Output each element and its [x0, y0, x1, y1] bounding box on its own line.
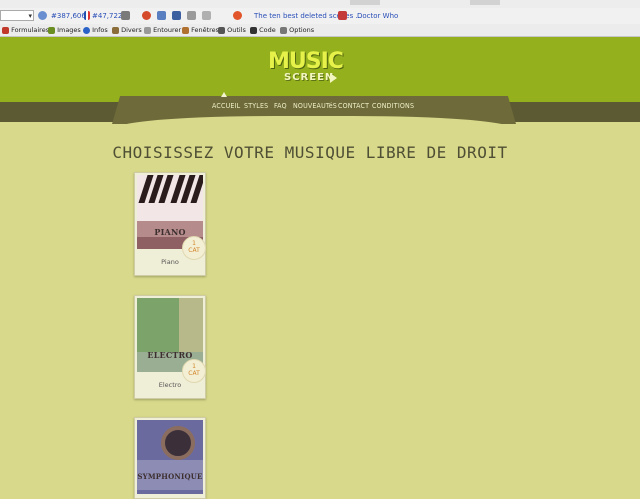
- lock-icon[interactable]: [172, 8, 181, 24]
- mail-icon[interactable]: [202, 8, 211, 24]
- symphonique-image[interactable]: SYMPHONIQUE: [137, 420, 203, 494]
- menu-formulaires[interactable]: Formulaires: [2, 24, 49, 36]
- genre-card-electro[interactable]: ELECTRO 1 CAT Electro: [134, 295, 206, 399]
- toolbar-dropdown[interactable]: [0, 8, 34, 24]
- pagerank-icon[interactable]: [38, 8, 47, 24]
- star-icon[interactable]: [338, 8, 347, 24]
- info-icon: [83, 27, 90, 34]
- menu-divers[interactable]: Divers: [112, 24, 142, 36]
- tab-fragment[interactable]: [350, 0, 380, 5]
- nav-contact[interactable]: CONTACT: [338, 102, 369, 110]
- genre-card-symphonique[interactable]: SYMPHONIQUE: [134, 417, 206, 499]
- forms-icon: [2, 27, 9, 34]
- options-icon: [280, 27, 287, 34]
- nav-conditions[interactable]: CONDITIONS: [372, 102, 414, 110]
- nav-accueil[interactable]: ACCUEIL: [212, 102, 240, 110]
- link-icon[interactable]: [121, 8, 130, 24]
- menu-fenetres[interactable]: Fenêtres: [182, 24, 219, 36]
- menu-infos[interactable]: Infos: [83, 24, 108, 36]
- resize-icon: [182, 27, 189, 34]
- outline-icon: [144, 27, 151, 34]
- browser-toolbar: #387,606 #47,722 The ten best deleted sc…: [0, 8, 640, 25]
- card-label-piano[interactable]: Piano: [135, 258, 205, 266]
- menu-options[interactable]: Options: [280, 24, 314, 36]
- main-nav: ACCUEIL STYLES FAQ NOUVEAUTéS CONTACT CO…: [0, 102, 640, 116]
- doctor-who-link[interactable]: Doctor Who: [357, 8, 398, 24]
- play-icon: [330, 73, 337, 83]
- alexa-rank-stat[interactable]: #387,606: [51, 8, 86, 24]
- tools-icon: [218, 27, 225, 34]
- rss-icon[interactable]: [142, 8, 151, 24]
- code-icon: [250, 27, 257, 34]
- piano-keys: [137, 175, 203, 221]
- menu-images[interactable]: Images: [48, 24, 81, 36]
- card-label-electro[interactable]: Electro: [135, 381, 205, 389]
- webdev-toolbar: Formulaires Images Infos Divers Entourer…: [0, 24, 640, 37]
- category-badge: 1 CAT: [182, 236, 206, 260]
- site-logo[interactable]: MUSIC SCREEN: [268, 49, 348, 89]
- images-icon: [48, 27, 55, 34]
- image-icon[interactable]: [187, 8, 196, 24]
- menu-entourer[interactable]: Entourer: [144, 24, 181, 36]
- nav-faq[interactable]: FAQ: [274, 102, 287, 110]
- fire-icon[interactable]: [233, 8, 242, 24]
- country-rank-stat[interactable]: #47,722: [92, 8, 122, 24]
- flag-icon: [84, 8, 90, 24]
- nav-styles[interactable]: STYLES: [244, 102, 268, 110]
- page-title: CHOISISSEZ VOTRE MUSIQUE LIBRE DE DROIT: [112, 143, 508, 162]
- content-top-curve: [118, 116, 510, 128]
- tab-fragment[interactable]: [470, 0, 500, 5]
- logo-screen-text: SCREEN: [284, 72, 335, 83]
- active-nav-indicator: [221, 92, 227, 97]
- misc-icon: [112, 27, 119, 34]
- menu-code[interactable]: Code: [250, 24, 276, 36]
- menu-outils[interactable]: Outils: [218, 24, 246, 36]
- category-badge: 1 CAT: [182, 359, 206, 383]
- site-header: MUSIC SCREEN: [0, 37, 640, 102]
- nav-nouveautes[interactable]: NOUVEAUTéS: [293, 102, 337, 110]
- page-icon[interactable]: [157, 8, 166, 24]
- genre-card-piano[interactable]: PIANO 1 CAT Piano: [134, 172, 206, 276]
- logo-music-text: MUSIC: [268, 49, 344, 74]
